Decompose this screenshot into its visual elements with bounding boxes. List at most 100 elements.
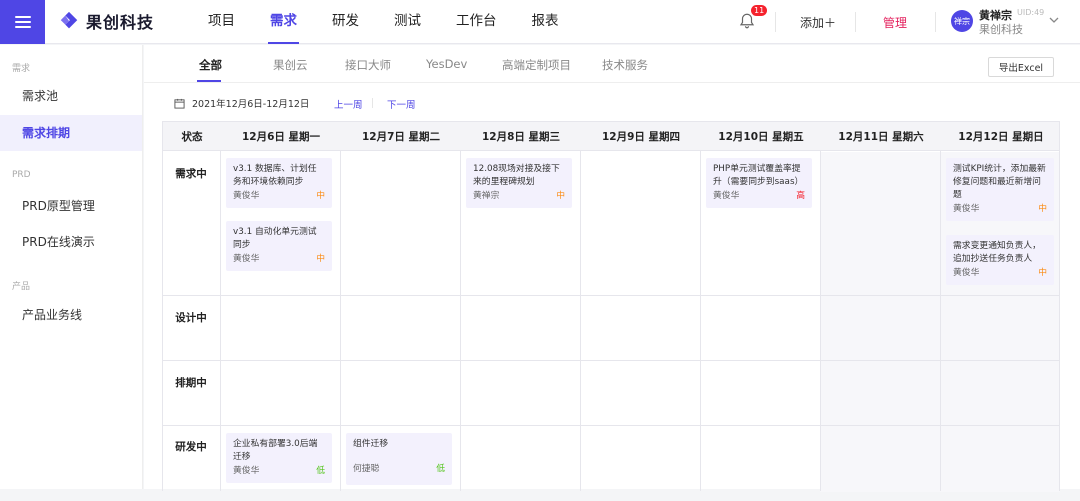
nav-item-reports[interactable]: 报表 xyxy=(530,0,561,44)
grid-line xyxy=(580,151,581,491)
date-range-text: 2021年12月6日-12月12日 xyxy=(192,99,310,110)
tab-guochuang-cloud[interactable]: 果创云 xyxy=(273,57,308,73)
card-priority: 低 xyxy=(316,466,325,476)
prev-week-link[interactable]: 上一周 xyxy=(334,97,363,111)
date-range: 2021年12月6日-12月12日 xyxy=(174,96,309,110)
requirement-card[interactable]: 需求变更通知负责人，追加抄送任务负责人 黄俊华 中 xyxy=(946,235,1054,285)
grid-line xyxy=(1059,151,1060,491)
day-header-tue: 12月7日 星期二 xyxy=(361,131,441,143)
card-owner: 黄俊华 xyxy=(233,254,260,264)
add-button[interactable]: 添加＋ xyxy=(800,14,836,31)
sidebar-item-product-line[interactable]: 产品业务线 xyxy=(0,297,142,333)
status-row-scheduling: 排期中 xyxy=(175,377,207,389)
status-row-in-design: 设计中 xyxy=(175,312,207,324)
requirement-card[interactable]: 企业私有部署3.0后端迁移 黄俊华 低 xyxy=(226,433,332,483)
nav-item-testing[interactable]: 测试 xyxy=(392,0,423,44)
card-title: 组件迁移 xyxy=(353,439,389,449)
main-nav: 项目 需求 研发 测试 工作台 报表 xyxy=(206,0,592,44)
nav-item-development[interactable]: 研发 xyxy=(330,0,361,44)
card-title: 12.08现场对接及接下来的里程碑规划 xyxy=(473,164,560,187)
day-header-sat: 12月11日 星期六 xyxy=(838,131,924,143)
project-tabs: 全部 果创云 接口大师 YesDev 高端定制项目 技术服务 导出Excel xyxy=(144,45,1080,83)
next-week-link[interactable]: 下一周 xyxy=(387,97,416,111)
sidebar-item-prd-demo[interactable]: PRD在线演示 xyxy=(0,224,142,260)
card-priority: 低 xyxy=(436,464,445,474)
requirement-card[interactable]: 组件迁移 何捷聪 低 xyxy=(346,433,452,485)
card-owner: 黄禅宗 xyxy=(473,191,500,201)
requirement-card[interactable]: v3.1 自动化单元测试同步 黄俊华 中 xyxy=(226,221,332,271)
schedule-grid: 状态 12月6日 星期一 12月7日 星期二 12月8日 星期三 12月9日 星… xyxy=(162,121,1060,501)
requirement-card[interactable]: 测试KPI统计，添加最新修复问题和最近新增问题 黄俊华 中 xyxy=(946,158,1054,221)
grid-line xyxy=(820,151,821,491)
sidebar-item-requirement-schedule[interactable]: 需求排期 xyxy=(0,115,142,151)
main-content: 全部 果创云 接口大师 YesDev 高端定制项目 技术服务 导出Excel 2… xyxy=(144,45,1080,492)
nav-item-workbench[interactable]: 工作台 xyxy=(454,0,499,44)
requirement-card[interactable]: PHP单元测试覆盖率提升（需要同步到saas） 黄俊华 高 xyxy=(706,158,812,208)
active-tab-indicator xyxy=(197,80,221,82)
sidebar: 需求 需求池 需求排期 PRD PRD原型管理 PRD在线演示 产品 产品业务线 xyxy=(0,45,143,489)
card-priority: 中 xyxy=(556,191,565,201)
day-header-mon: 12月6日 星期一 xyxy=(241,131,321,143)
card-title: 测试KPI统计，添加最新修复问题和最近新增问题 xyxy=(953,164,1046,200)
day-header-wed: 12月8日 星期三 xyxy=(481,131,561,143)
sidebar-item-requirement-pool[interactable]: 需求池 xyxy=(0,78,142,114)
calendar-icon xyxy=(174,98,185,109)
divider xyxy=(775,12,776,32)
card-priority: 中 xyxy=(1038,268,1047,278)
hamburger-icon xyxy=(14,13,31,31)
weekend-column-saturday xyxy=(820,152,940,492)
logo[interactable]: 果创科技 xyxy=(58,9,154,33)
card-owner: 黄俊华 xyxy=(233,191,260,201)
sidebar-group-prd: PRD xyxy=(12,170,31,180)
tab-api-master[interactable]: 接口大师 xyxy=(345,57,391,73)
sidebar-group-product: 产品 xyxy=(12,282,31,292)
nav-item-projects[interactable]: 项目 xyxy=(206,0,237,44)
tab-tech-services[interactable]: 技术服务 xyxy=(602,57,648,73)
card-title: PHP单元测试覆盖率提升（需要同步到saas） xyxy=(713,164,804,187)
requirement-card[interactable]: 12.08现场对接及接下来的里程碑规划 黄禅宗 中 xyxy=(466,158,572,208)
card-title: v3.1 数据库、计划任务和环境依赖同步 xyxy=(233,164,317,187)
divider xyxy=(935,12,936,32)
chevron-down-icon[interactable] xyxy=(1049,15,1059,25)
tab-custom-projects[interactable]: 高端定制项目 xyxy=(502,57,571,73)
tab-yesdev[interactable]: YesDev xyxy=(426,57,467,71)
card-title: v3.1 自动化单元测试同步 xyxy=(233,227,317,250)
notification-badge: 11 xyxy=(751,5,768,16)
day-header-thu: 12月9日 星期四 xyxy=(601,131,681,143)
grid-line xyxy=(162,360,1060,361)
card-priority: 中 xyxy=(316,191,325,201)
card-owner: 黄俊华 xyxy=(953,268,980,278)
sidebar-group-requirements: 需求 xyxy=(12,64,31,74)
avatar[interactable]: 禅宗 xyxy=(951,10,973,32)
grid-line xyxy=(460,151,461,491)
grid-header: 状态 12月6日 星期一 12月7日 星期二 12月8日 星期三 12月9日 星… xyxy=(162,121,1060,151)
status-row-in-requirements: 需求中 xyxy=(175,168,207,180)
logo-icon xyxy=(60,11,78,29)
card-owner: 黄俊华 xyxy=(713,191,740,201)
grid-line xyxy=(340,151,341,491)
day-header-sun: 12月12日 星期日 xyxy=(958,131,1044,143)
user-company: 果创科技 xyxy=(979,23,1023,36)
grid-line xyxy=(940,151,941,491)
nav-item-requirements[interactable]: 需求 xyxy=(268,0,299,44)
sidebar-item-prd-prototype[interactable]: PRD原型管理 xyxy=(0,188,142,224)
menu-button[interactable] xyxy=(0,0,45,44)
card-title: 需求变更通知负责人，追加抄送任务负责人 xyxy=(953,241,1041,264)
day-header-fri: 12月10日 星期五 xyxy=(718,131,804,143)
status-column-header: 状态 xyxy=(181,131,203,143)
logo-text: 果创科技 xyxy=(86,13,155,32)
status-row-in-development: 研发中 xyxy=(175,441,207,453)
grid-line xyxy=(162,425,1060,426)
grid-line xyxy=(162,295,1060,296)
card-priority: 中 xyxy=(316,254,325,264)
card-title: 企业私有部署3.0后端迁移 xyxy=(233,439,318,462)
card-priority: 高 xyxy=(796,191,805,201)
requirement-card[interactable]: v3.1 数据库、计划任务和环境依赖同步 黄俊华 中 xyxy=(226,158,332,208)
export-excel-button[interactable]: 导出Excel xyxy=(988,57,1054,77)
card-priority: 中 xyxy=(1038,204,1047,214)
grid-line xyxy=(220,151,221,491)
tab-all[interactable]: 全部 xyxy=(199,57,222,73)
top-bar: 果创科技 项目 需求 研发 测试 工作台 报表 11 添加＋ 管理 禅宗 黄禅宗… xyxy=(0,0,1080,44)
divider xyxy=(855,12,856,32)
admin-link[interactable]: 管理 xyxy=(883,14,907,31)
